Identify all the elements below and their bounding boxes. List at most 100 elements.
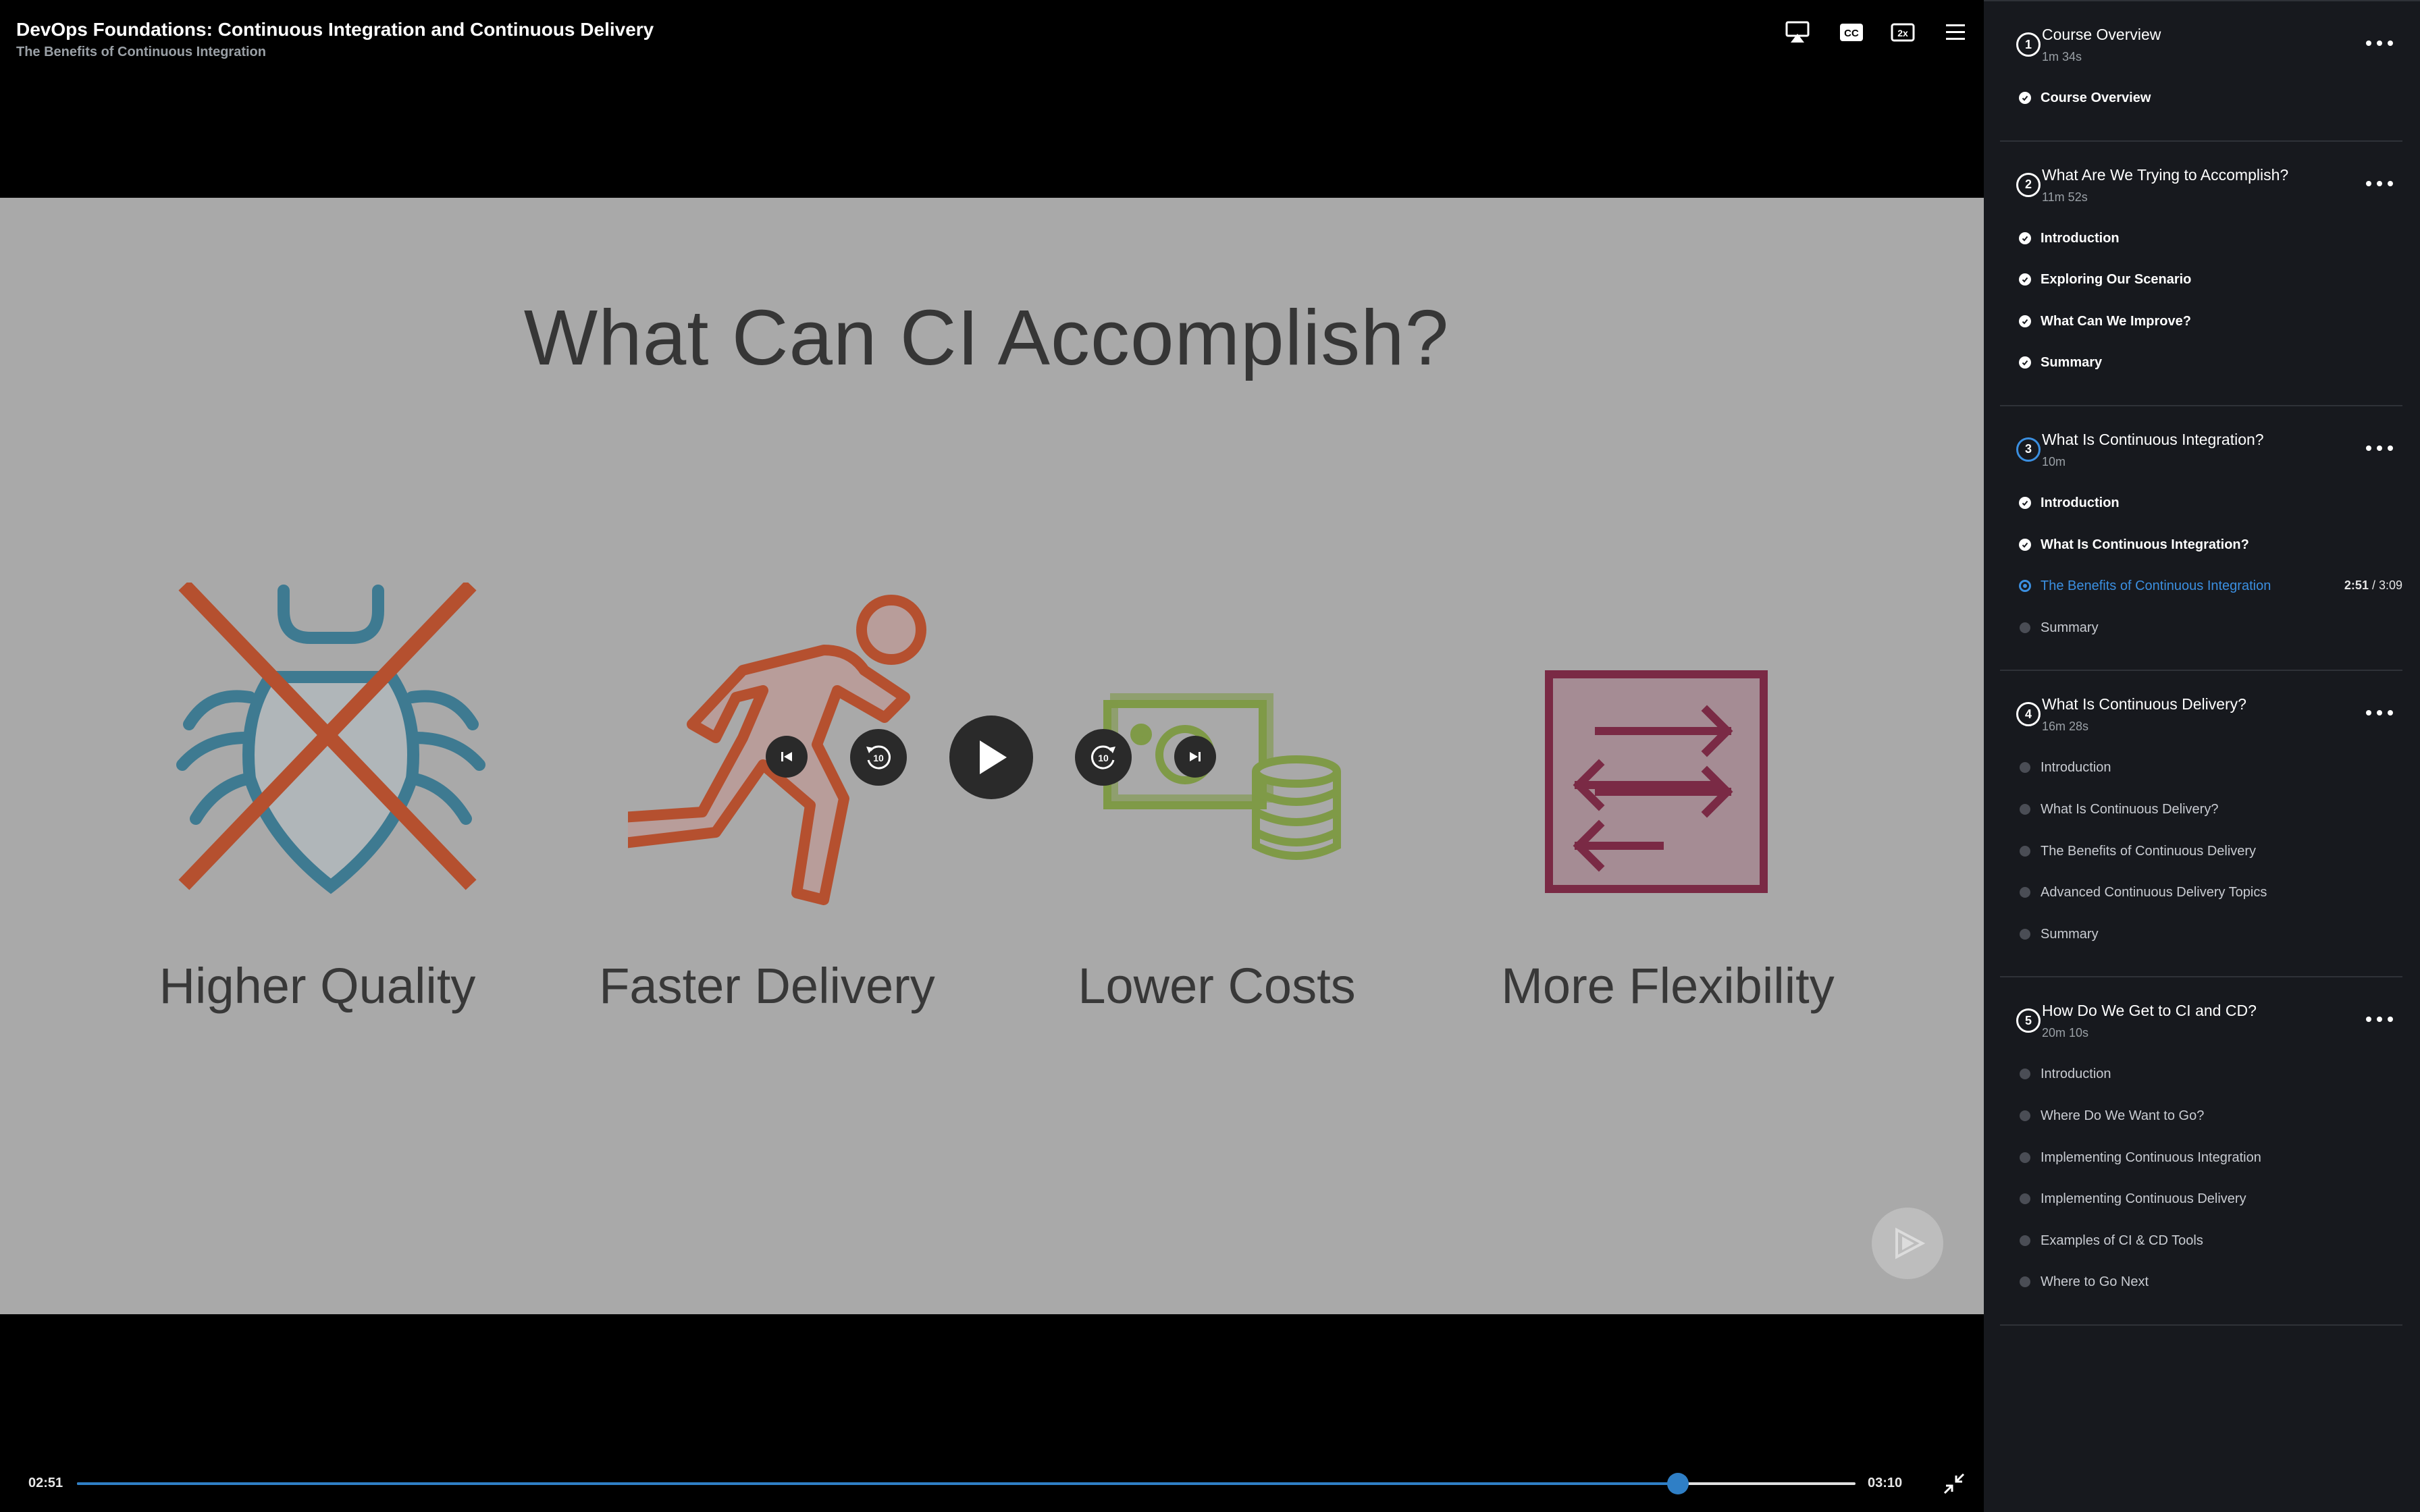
module-header[interactable]: 3 What Is Continuous Integration? 10m — [2000, 406, 2402, 471]
clip-item[interactable]: Where Do We Want to Go? — [2000, 1108, 2402, 1150]
more-options-icon[interactable] — [2366, 705, 2393, 721]
menu-dot — [2377, 1017, 2382, 1023]
clip-title: Course Overview — [2041, 90, 2151, 105]
module-header[interactable]: 2 What Are We Trying to Accomplish? 11m 52… — [2000, 142, 2402, 207]
clip-item[interactable]: Course Overview — [2000, 90, 2402, 132]
more-options-icon[interactable] — [2366, 35, 2393, 51]
unwatched-dot-icon — [2020, 622, 2030, 633]
benefit-label: More Flexibility — [1501, 958, 1835, 1014]
more-options-icon[interactable] — [2366, 440, 2393, 456]
clip-progress: 2:51 / 3:09 — [2344, 578, 2402, 593]
more-options-icon[interactable] — [2366, 1011, 2393, 1027]
next-clip-button[interactable] — [1174, 736, 1216, 778]
title-bar: DevOps Foundations: Continuous Integrati… — [16, 19, 654, 60]
slide[interactable]: What Can CI Accomplish? Higher Quality F… — [0, 198, 1984, 1314]
clip-item[interactable]: Introduction — [2000, 760, 2402, 802]
clip-title: What Can We Improve? — [2041, 313, 2191, 329]
rewind-10-button[interactable]: 10 — [850, 729, 907, 786]
slide-title: What Can CI Accomplish? — [523, 294, 1450, 381]
clip-item[interactable]: Introduction — [2000, 231, 2402, 273]
clip-item[interactable]: Summary — [2000, 927, 2402, 969]
play-button[interactable] — [949, 716, 1033, 799]
menu-dot — [2377, 40, 2382, 46]
module-title: How Do We Get to CI and CD? — [2042, 1002, 2257, 1020]
menu-dot — [2388, 1017, 2393, 1023]
clip-item[interactable]: Introduction — [2000, 495, 2402, 537]
module-3: 3 What Is Continuous Integration? 10m Intro… — [2000, 406, 2402, 672]
menu-dot — [2366, 445, 2371, 451]
course-contents-sidebar: 1 Course Overview 1m 34s Course Overview 2 Wh… — [1984, 0, 2420, 1512]
clip-item[interactable]: The Benefits of Continuous Delivery — [2000, 844, 2402, 886]
bug-crossed-out-icon — [176, 583, 485, 894]
module-number-badge: 4 — [2016, 702, 2041, 727]
clip-list: Introduction What Is Continuous Integrati… — [2000, 471, 2402, 670]
now-playing-icon — [2019, 580, 2031, 593]
clip-list: Introduction Exploring Our Scenario What C… — [2000, 207, 2402, 405]
clip-item[interactable]: Advanced Continuous Delivery Topics — [2000, 885, 2402, 927]
rewind-10-icon: 10 — [866, 745, 891, 770]
clip-item[interactable]: Introduction — [2000, 1066, 2402, 1108]
module-duration: 10m — [2042, 454, 2066, 468]
module-number-badge: 1 — [2016, 32, 2041, 57]
check-circle-icon — [2019, 315, 2031, 327]
clip-item[interactable]: Summary — [2000, 620, 2402, 662]
module-duration: 20m 10s — [2042, 1026, 2089, 1040]
clip-item[interactable]: What Can We Improve? — [2000, 314, 2402, 356]
check-circle-icon — [2019, 538, 2031, 551]
menu-dot — [2388, 445, 2393, 451]
exit-fullscreen-icon[interactable] — [1942, 1472, 1966, 1496]
module-duration: 11m 52s — [2042, 190, 2088, 204]
check-circle-icon — [2019, 232, 2031, 244]
clip-item[interactable]: The Benefits of Continuous Integration 2:… — [2000, 578, 2402, 620]
airplay-icon[interactable] — [1783, 19, 1812, 46]
clip-total: / 3:09 — [2368, 578, 2402, 593]
menu-icon[interactable] — [1941, 19, 1970, 46]
menu-dot — [2366, 180, 2371, 186]
clip-item[interactable]: Implementing Continuous Integration — [2000, 1150, 2402, 1192]
module-header[interactable]: 5 How Do We Get to CI and CD? 20m 10s — [2000, 977, 2402, 1042]
clip-title: Summary — [2041, 620, 2099, 635]
module-number-badge: 3 — [2016, 437, 2041, 462]
menu-dot — [2366, 710, 2371, 716]
clip-title: Implementing Continuous Integration — [2041, 1150, 2261, 1165]
module-number-badge: 5 — [2016, 1008, 2041, 1033]
more-options-icon[interactable] — [2366, 176, 2393, 192]
clip-item[interactable]: Where to Go Next — [2000, 1274, 2402, 1316]
closed-captions-icon[interactable]: CC — [1837, 19, 1866, 46]
progress-fill — [77, 1482, 1678, 1485]
rewind-seconds-label: 10 — [873, 753, 884, 763]
benefit-label: Faster Delivery — [599, 958, 935, 1014]
module-header[interactable]: 1 Course Overview 1m 34s — [2000, 1, 2402, 66]
unwatched-dot-icon — [2020, 1152, 2030, 1163]
check-circle-icon — [2019, 496, 2031, 509]
unwatched-dot-icon — [2020, 928, 2030, 940]
pluralsight-logo-icon — [1872, 1208, 1943, 1279]
progress-bar[interactable] — [77, 1473, 1856, 1494]
forward-10-button[interactable]: 10 — [1075, 729, 1132, 786]
progress-scrubber[interactable] — [1666, 1473, 1689, 1494]
module-1: 1 Course Overview 1m 34s Course Overview — [2000, 1, 2402, 142]
previous-clip-button[interactable] — [766, 736, 808, 778]
clip-item[interactable]: What Is Continuous Delivery? — [2000, 802, 2402, 844]
clip-title: Where Do We Want to Go? — [2041, 1108, 2205, 1123]
clip-list: Introduction What Is Continuous Delivery?… — [2000, 736, 2402, 976]
cc-label: CC — [1844, 28, 1859, 39]
module-title: Course Overview — [2042, 26, 2161, 43]
video-player: DevOps Foundations: Continuous Integrati… — [0, 0, 1984, 1512]
clip-item[interactable]: Implementing Continuous Delivery — [2000, 1191, 2402, 1233]
module-5: 5 How Do We Get to CI and CD? 20m 10s Intro… — [2000, 977, 2402, 1326]
clip-item[interactable]: Examples of CI & CD Tools — [2000, 1233, 2402, 1275]
module-header[interactable]: 4 What Is Continuous Delivery? 16m 28s — [2000, 671, 2402, 736]
menu-dot — [2377, 710, 2382, 716]
clip-item[interactable]: What Is Continuous Integration? — [2000, 537, 2402, 579]
unwatched-dot-icon — [2020, 1235, 2030, 1246]
clip-item[interactable]: Exploring Our Scenario — [2000, 272, 2402, 314]
clip-item[interactable]: Summary — [2000, 355, 2402, 397]
clip-title: Summary — [2041, 355, 2103, 371]
menu-dot — [2377, 180, 2382, 186]
module-title: What Is Continuous Integration? — [2042, 430, 2264, 448]
check-circle-icon — [2019, 273, 2031, 286]
unwatched-dot-icon — [2020, 1069, 2030, 1080]
playback-speed-icon[interactable]: 2x — [1888, 19, 1918, 46]
unwatched-dot-icon — [2020, 887, 2030, 898]
